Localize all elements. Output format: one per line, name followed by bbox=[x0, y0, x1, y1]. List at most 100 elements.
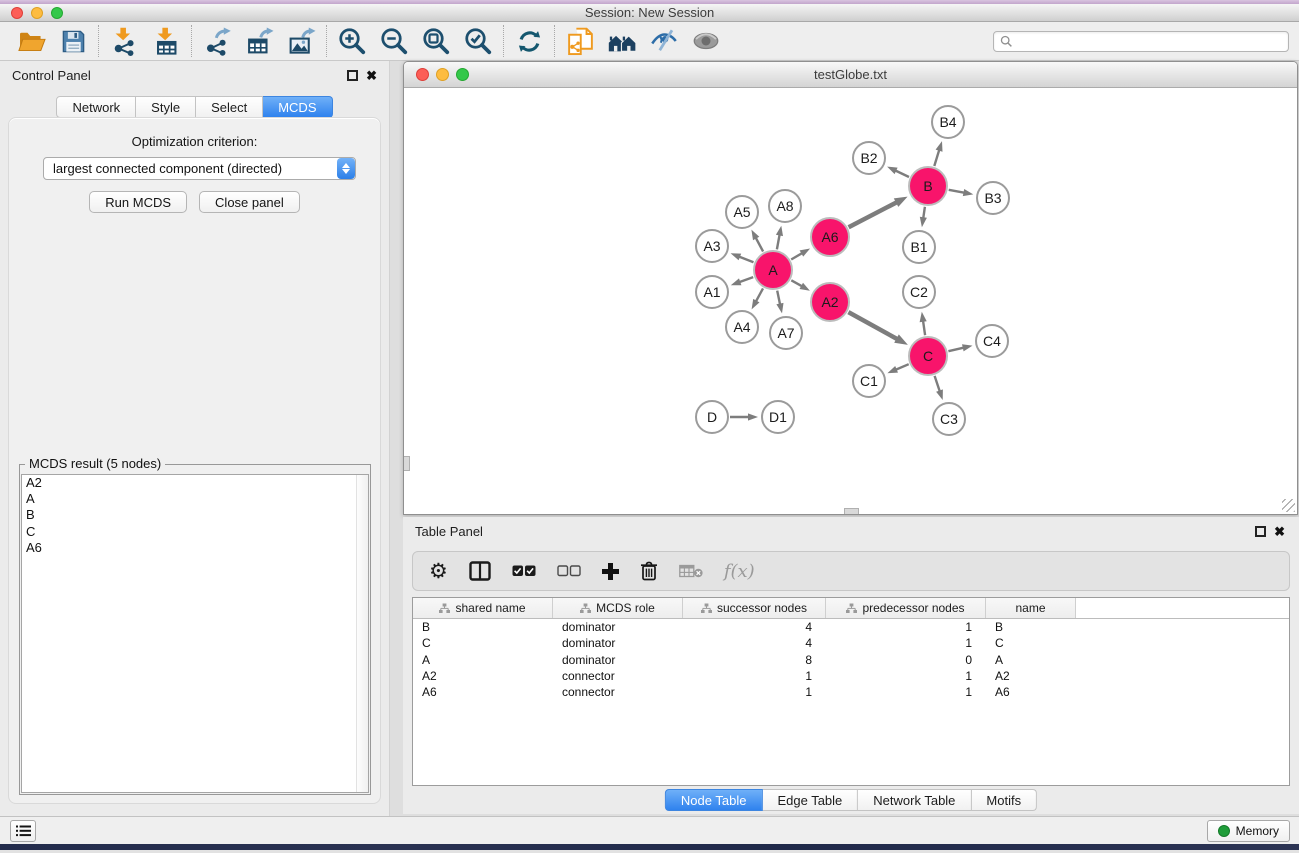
network-window-title: testGlobe.txt bbox=[404, 67, 1297, 82]
choose-columns-button[interactable] bbox=[469, 556, 491, 586]
result-list-item[interactable]: C bbox=[22, 524, 368, 540]
table-cell: 4 bbox=[683, 620, 826, 634]
column-header-successor-nodes[interactable]: successor nodes bbox=[683, 598, 826, 618]
close-table-panel-icon[interactable]: ✖ bbox=[1274, 526, 1285, 537]
list-icon bbox=[16, 825, 31, 837]
graph-edge-A-A7[interactable] bbox=[777, 291, 780, 306]
graph-edge-B-B3[interactable] bbox=[949, 190, 966, 193]
hide-selected-button[interactable] bbox=[643, 24, 685, 58]
tab-network-table[interactable]: Network Table bbox=[858, 789, 971, 811]
memory-button[interactable]: Memory bbox=[1207, 820, 1290, 842]
column-header-predecessor-nodes[interactable]: predecessor nodes bbox=[826, 598, 986, 618]
tab-network[interactable]: Network bbox=[56, 96, 136, 118]
zoom-out-icon bbox=[379, 26, 409, 56]
save-session-button[interactable] bbox=[52, 24, 94, 58]
float-table-panel-icon[interactable] bbox=[1255, 526, 1266, 537]
graph-edge-A6-B[interactable] bbox=[849, 202, 898, 228]
graph-edge-C-C4[interactable] bbox=[948, 347, 964, 351]
graph-edge-A-A1[interactable] bbox=[738, 277, 753, 282]
graph-edge-B-B2[interactable] bbox=[894, 170, 909, 177]
export-table-button[interactable] bbox=[238, 24, 280, 58]
network-from-file-button[interactable] bbox=[559, 24, 601, 58]
delete-table-button[interactable] bbox=[679, 556, 703, 586]
table-settings-button[interactable]: ⚙ bbox=[429, 556, 448, 586]
close-panel-button[interactable]: Close panel bbox=[199, 191, 300, 213]
graph-node-label: B2 bbox=[860, 150, 877, 166]
table-row[interactable]: Adominator80A bbox=[413, 652, 1289, 668]
optimization-criterion-label: Optimization criterion: bbox=[9, 134, 380, 149]
tab-motifs[interactable]: Motifs bbox=[971, 789, 1037, 811]
import-table-button[interactable] bbox=[145, 24, 187, 58]
table-row[interactable]: Bdominator41B bbox=[413, 619, 1289, 635]
unselect-all-columns-button[interactable] bbox=[557, 556, 581, 586]
graph-edge-C-C3[interactable] bbox=[935, 376, 941, 393]
table-row[interactable]: A6connector11A6 bbox=[413, 684, 1289, 700]
bottom-edge-handle[interactable] bbox=[844, 508, 859, 514]
show-hidden-button[interactable] bbox=[685, 24, 727, 58]
criterion-dropdown[interactable]: largest connected component (directed) bbox=[43, 157, 356, 180]
graph-edge-C-C1[interactable] bbox=[895, 364, 909, 370]
result-list-item[interactable]: A bbox=[22, 491, 368, 507]
tab-select[interactable]: Select bbox=[196, 96, 263, 118]
float-panel-icon[interactable] bbox=[347, 70, 358, 81]
zoom-selected-button[interactable] bbox=[457, 24, 499, 58]
tab-mcds[interactable]: MCDS bbox=[263, 96, 332, 118]
graph-edge-arrow bbox=[731, 278, 742, 285]
search-input[interactable] bbox=[1013, 34, 1282, 48]
tab-style[interactable]: Style bbox=[136, 96, 196, 118]
graph-edge-A-A5[interactable] bbox=[755, 237, 763, 252]
result-scrollbar[interactable] bbox=[356, 475, 368, 792]
refresh-button[interactable] bbox=[508, 24, 550, 58]
column-header-MCDS-role[interactable]: MCDS role bbox=[553, 598, 683, 618]
network-window-titlebar[interactable]: testGlobe.txt bbox=[404, 62, 1297, 88]
graph-edge-A-A2[interactable] bbox=[791, 280, 803, 287]
zoom-fit-icon bbox=[421, 26, 451, 56]
search-field[interactable] bbox=[993, 31, 1289, 52]
graph-edge-arrow bbox=[962, 344, 973, 351]
control-panel-header: Control Panel ✖ bbox=[0, 61, 389, 89]
zoom-fit-button[interactable] bbox=[415, 24, 457, 58]
graph-edge-A-A8[interactable] bbox=[777, 234, 780, 250]
graph-edge-A2-C[interactable] bbox=[848, 312, 898, 340]
show-networks-home-button[interactable] bbox=[601, 24, 643, 58]
tab-edge-table[interactable]: Edge Table bbox=[762, 789, 858, 811]
task-history-button[interactable] bbox=[10, 820, 36, 842]
graph-node-label: D bbox=[707, 409, 717, 425]
graph-edge-A-A3[interactable] bbox=[738, 256, 753, 262]
run-mcds-button[interactable]: Run MCDS bbox=[89, 191, 187, 213]
graph-edge-C-C2[interactable] bbox=[923, 320, 925, 336]
zoom-in-button[interactable] bbox=[331, 24, 373, 58]
graph-edge-A-A6[interactable] bbox=[791, 253, 803, 260]
graph-edge-B-B4[interactable] bbox=[934, 149, 939, 166]
export-network-button[interactable] bbox=[196, 24, 238, 58]
tab-node-table[interactable]: Node Table bbox=[665, 789, 763, 811]
add-column-button[interactable] bbox=[602, 556, 619, 586]
export-image-button[interactable] bbox=[280, 24, 322, 58]
column-header-filler bbox=[1076, 598, 1289, 618]
column-header-name[interactable]: name bbox=[986, 598, 1076, 618]
graph-node-label: A3 bbox=[703, 238, 720, 254]
result-list-item[interactable]: A2 bbox=[22, 475, 368, 491]
zoom-out-button[interactable] bbox=[373, 24, 415, 58]
close-panel-icon[interactable]: ✖ bbox=[366, 70, 377, 81]
mcds-result-box: MCDS result (5 nodes) A2ABCA6 bbox=[19, 456, 371, 795]
table-cell: 4 bbox=[683, 636, 826, 650]
table-row[interactable]: Cdominator41C bbox=[413, 635, 1289, 651]
graph-edge-arrow bbox=[776, 303, 783, 314]
delete-columns-button[interactable] bbox=[640, 556, 658, 586]
table-row[interactable]: A2connector11A2 bbox=[413, 668, 1289, 684]
left-edge-handle[interactable] bbox=[404, 456, 410, 471]
graph-node-label: A5 bbox=[733, 204, 750, 220]
import-network-button[interactable] bbox=[103, 24, 145, 58]
open-session-button[interactable] bbox=[10, 24, 52, 58]
criterion-value: largest connected component (directed) bbox=[44, 161, 337, 176]
result-list-item[interactable]: A6 bbox=[22, 540, 368, 556]
function-builder-button[interactable]: f(x) bbox=[724, 556, 755, 586]
resize-grip-icon[interactable] bbox=[1282, 499, 1295, 512]
column-header-shared-name[interactable]: shared name bbox=[413, 598, 553, 618]
network-file-icon bbox=[566, 27, 595, 56]
select-all-columns-button[interactable] bbox=[512, 556, 536, 586]
network-canvas[interactable]: B4B2BB3A8A5A6A3B1AA1C2A2A4A7C4CC1C3DD1 bbox=[404, 88, 1297, 514]
result-list-item[interactable]: B bbox=[22, 507, 368, 523]
graph-edge-A-A4[interactable] bbox=[755, 288, 763, 302]
